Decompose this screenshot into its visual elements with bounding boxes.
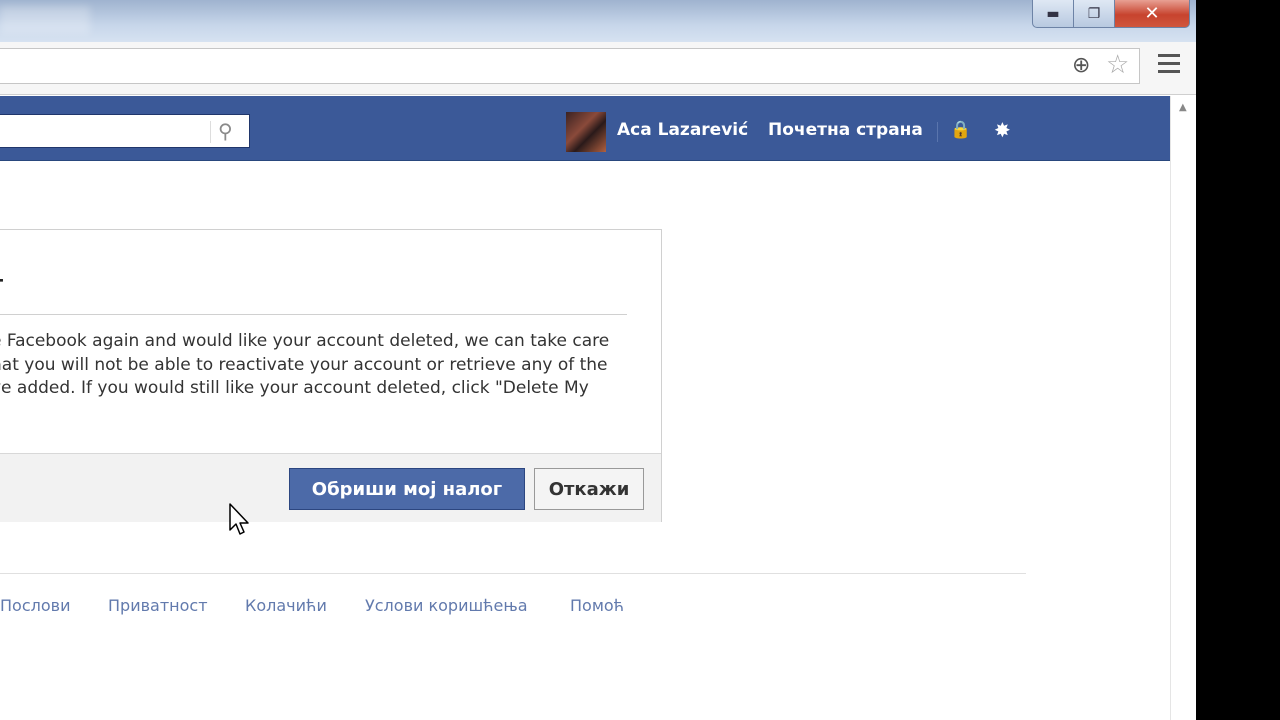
close-button[interactable]: ✕ [1114,0,1190,28]
browser-window: ▬ ❐ ✕ ⊕ ☆ ⚲ Aca Lazarević Почетна страна… [0,0,1196,720]
nav-divider [937,122,938,142]
scroll-up-arrow-icon[interactable]: ▲ [1179,102,1187,113]
footer-link-privacy[interactable]: Приватност [108,596,208,615]
avatar[interactable] [566,112,606,152]
address-bar[interactable] [0,48,1140,84]
page-scrollbar[interactable]: ▲ [1170,96,1196,720]
search-icon[interactable]: ⚲ [218,119,233,143]
mouse-pointer-icon [229,503,249,535]
privacy-shortcuts-icon[interactable]: 🔒 [950,120,971,140]
settings-gear-icon[interactable]: ✸ [994,118,1011,142]
footer-link-terms[interactable]: Услови коришћења [365,596,528,615]
search-input[interactable]: ⚲ [0,114,250,148]
bookmark-star-icon[interactable]: ☆ [1106,50,1129,80]
delete-account-dialog: г е Facebook again and would like your a… [0,229,662,522]
dialog-body: е Facebook again and would like your acc… [0,330,651,401]
footer-link-cookies[interactable]: Колачићи [245,596,327,615]
footer-link-help[interactable]: Помоћ [570,596,624,615]
footer-link-careers[interactable]: Послови [0,596,70,615]
dialog-title: г [0,270,4,298]
maximize-button[interactable]: ❐ [1073,0,1115,28]
cancel-button[interactable]: Откажи [534,468,644,510]
footer-divider [0,573,1026,574]
profile-link[interactable]: Aca Lazarević [617,120,748,140]
delete-my-account-button[interactable]: Обриши мој налог [289,468,525,510]
dialog-body-line: hat you will not be able to reactivate y… [0,354,608,375]
facebook-top-bar: ⚲ Aca Lazarević Почетна страна 🔒 ✸ [0,96,1170,161]
minimize-button[interactable]: ▬ [1032,0,1074,28]
home-link[interactable]: Почетна страна [768,120,923,140]
dialog-divider [0,314,627,315]
dialog-footer: Обриши мој налог Откажи [0,453,661,522]
dialog-body-line: е Facebook again and would like your acc… [0,331,610,351]
search-divider [210,121,211,143]
window-titlebar: ▬ ❐ ✕ [0,0,1196,42]
browser-toolbar: ⊕ ☆ [0,42,1196,95]
window-title-blur [0,6,90,34]
dialog-body-line: ve added. If you would still like your a… [0,378,589,398]
zoom-icon[interactable]: ⊕ [1072,53,1090,78]
menu-icon[interactable] [1158,54,1180,74]
